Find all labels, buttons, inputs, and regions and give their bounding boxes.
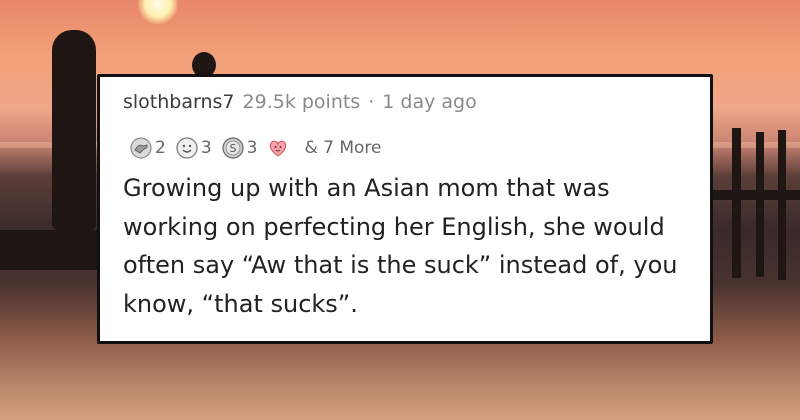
username[interactable]: slothbarns7 <box>123 91 235 113</box>
pier-left <box>0 230 100 270</box>
helping-hand-award-icon <box>130 137 152 159</box>
more-awards-link[interactable]: & 7 More <box>304 138 381 158</box>
award-helping-hand[interactable]: 2 <box>130 137 166 159</box>
awards-row: 2 3 S 3 & 7 More <box>130 132 382 164</box>
timestamp[interactable]: 1 day ago <box>382 91 476 113</box>
award-count: 2 <box>155 138 166 158</box>
meta-separator: · <box>368 91 375 113</box>
points: 29.5k points <box>242 91 361 113</box>
award-count: 3 <box>246 138 258 158</box>
comment-body: Growing up with an Asian mom that was wo… <box>123 174 678 318</box>
silver-award-icon: S <box>222 137 244 159</box>
comment-meta: slothbarns7 29.5k points · 1 day ago <box>123 91 477 121</box>
pier-post-3 <box>778 130 786 280</box>
wholesome-award-icon <box>176 137 198 159</box>
person-head-silhouette <box>64 30 88 58</box>
heart-award-icon <box>270 140 287 157</box>
pier-post-1 <box>732 128 741 278</box>
award-count: 3 <box>200 138 212 158</box>
award-wholesome[interactable]: 3 <box>176 137 212 159</box>
svg-text:S: S <box>229 142 236 155</box>
award-silver[interactable]: S 3 <box>222 137 258 159</box>
pier-deck-right <box>713 190 800 200</box>
award-heart[interactable] <box>267 137 292 159</box>
reddit-comment-card: slothbarns7 29.5k points · 1 day ago 2 3 <box>97 74 713 344</box>
person-silhouette <box>52 30 96 230</box>
pier-post-2 <box>756 132 764 277</box>
